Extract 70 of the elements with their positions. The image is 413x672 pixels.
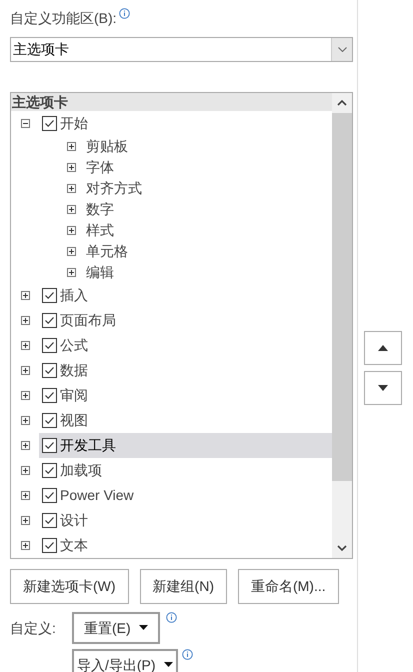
tree-item[interactable]: 数字 bbox=[86, 199, 114, 220]
expand-icon[interactable] bbox=[20, 516, 30, 525]
checkbox[interactable] bbox=[42, 338, 57, 353]
tree-item[interactable]: 开始 bbox=[39, 111, 332, 136]
expand-icon[interactable] bbox=[20, 441, 30, 450]
expand-icon[interactable] bbox=[20, 316, 30, 325]
expand-icon[interactable] bbox=[20, 416, 30, 425]
checkbox[interactable] bbox=[42, 388, 57, 403]
expand-icon[interactable] bbox=[67, 184, 76, 193]
expand-icon[interactable] bbox=[67, 205, 76, 214]
checkbox[interactable] bbox=[42, 413, 57, 428]
expand-icon[interactable] bbox=[67, 268, 76, 277]
info-icon bbox=[118, 8, 130, 19]
tree-item[interactable]: 视图 bbox=[39, 408, 332, 433]
ribbon-dropdown[interactable]: 主选项卡 bbox=[10, 37, 353, 62]
expand-icon[interactable] bbox=[20, 466, 30, 475]
checkbox[interactable] bbox=[42, 538, 57, 553]
expand-icon[interactable] bbox=[20, 541, 30, 550]
tree-item[interactable]: 编辑 bbox=[86, 262, 114, 283]
action-button[interactable]: 新建选项卡(W) bbox=[10, 569, 129, 604]
expand-icon[interactable] bbox=[67, 247, 76, 256]
checkbox[interactable] bbox=[42, 288, 57, 303]
checkbox[interactable] bbox=[42, 438, 57, 453]
tree-item[interactable]: 审阅 bbox=[39, 383, 332, 408]
triangle-down-icon bbox=[378, 385, 388, 391]
tree-item[interactable]: 字体 bbox=[86, 157, 114, 178]
triangle-up-icon bbox=[378, 345, 388, 351]
tree-item[interactable]: 页面布局 bbox=[39, 308, 332, 333]
checkbox[interactable] bbox=[42, 463, 57, 478]
checkbox[interactable] bbox=[42, 363, 57, 378]
move-up-button[interactable] bbox=[364, 331, 402, 365]
customize-ribbon-label: 自定义功能区(B): bbox=[10, 9, 117, 28]
tree-header: 主选项卡 bbox=[11, 93, 332, 111]
tree-item[interactable]: 设计 bbox=[39, 508, 332, 533]
tree-item[interactable]: 开发工具 bbox=[39, 433, 332, 458]
checkbox[interactable] bbox=[42, 116, 57, 131]
reset-button[interactable]: 重置(E) bbox=[72, 612, 160, 644]
expand-icon[interactable] bbox=[67, 163, 76, 172]
tree-item[interactable]: 公式 bbox=[39, 333, 332, 358]
expand-icon[interactable] bbox=[20, 366, 30, 375]
tree-item[interactable]: 数据 bbox=[39, 358, 332, 383]
tree-item[interactable]: 剪贴板 bbox=[86, 136, 128, 157]
action-button[interactable]: 重命名(M)... bbox=[238, 569, 339, 604]
tree-item[interactable]: 单元格 bbox=[86, 241, 128, 262]
info-icon bbox=[182, 649, 193, 660]
caret-icon bbox=[164, 662, 173, 668]
action-button[interactable]: 新建组(N) bbox=[140, 569, 227, 604]
tree-item[interactable]: 对齐方式 bbox=[86, 178, 142, 199]
move-down-button[interactable] bbox=[364, 371, 402, 405]
checkbox[interactable] bbox=[42, 488, 57, 503]
tree-item[interactable]: 样式 bbox=[86, 220, 114, 241]
collapse-icon[interactable] bbox=[20, 119, 30, 128]
tree-item[interactable]: 文本 bbox=[39, 533, 332, 558]
tree-item[interactable]: 插入 bbox=[39, 283, 332, 308]
expand-icon[interactable] bbox=[20, 391, 30, 400]
info-icon bbox=[166, 612, 177, 623]
checkbox[interactable] bbox=[42, 313, 57, 328]
expand-icon[interactable] bbox=[67, 226, 76, 235]
scrollbar[interactable] bbox=[332, 93, 352, 558]
customize-label: 自定义: bbox=[10, 619, 57, 638]
tree-item[interactable]: 加载项 bbox=[39, 458, 332, 483]
tree-item[interactable]: Power View bbox=[39, 483, 332, 508]
expand-icon[interactable] bbox=[67, 142, 76, 151]
expand-icon[interactable] bbox=[20, 491, 30, 500]
checkbox[interactable] bbox=[42, 513, 57, 528]
expand-icon[interactable] bbox=[20, 341, 30, 350]
scrollbar-thumb[interactable] bbox=[332, 113, 352, 481]
expand-icon[interactable] bbox=[20, 291, 30, 300]
chevron-down-icon bbox=[338, 47, 346, 52]
caret-icon bbox=[138, 625, 148, 631]
